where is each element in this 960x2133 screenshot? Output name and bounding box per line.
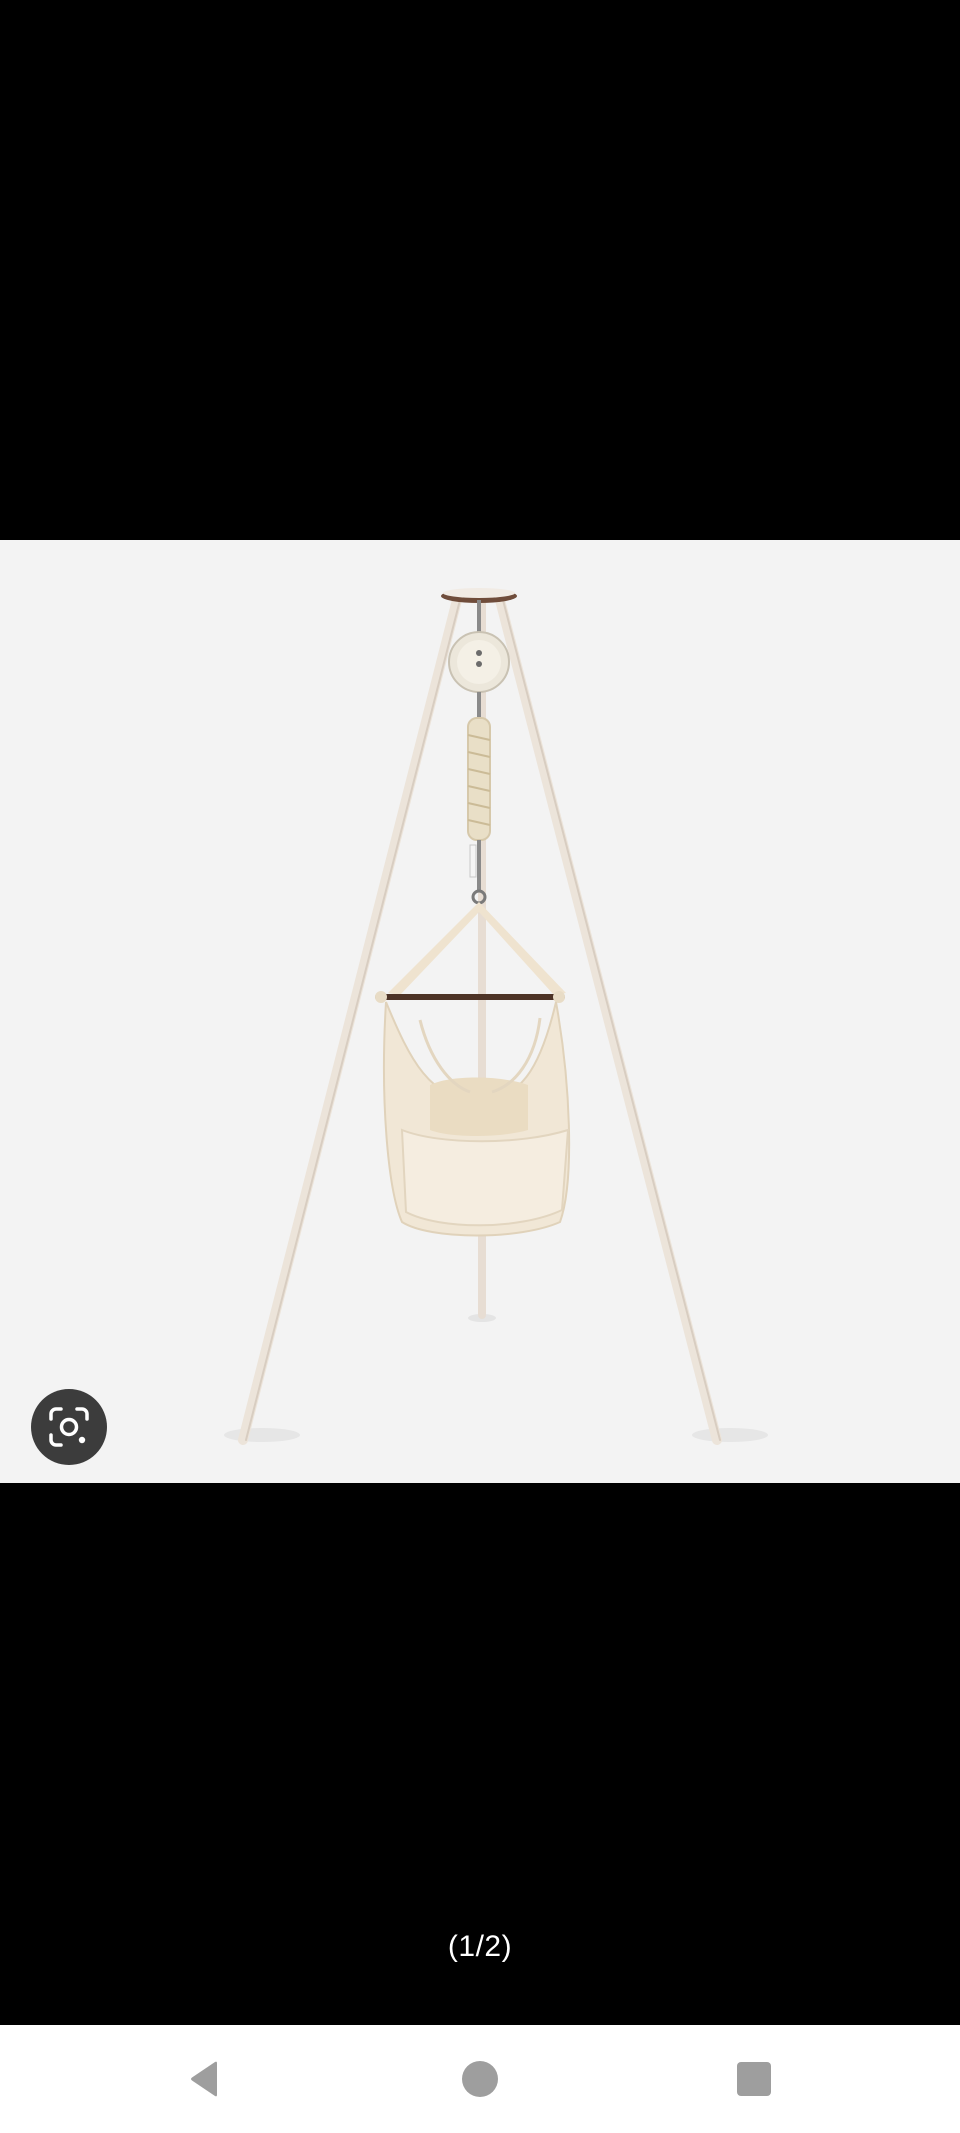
product-image[interactable]: [0, 540, 960, 1483]
circle-home-icon: [462, 2061, 498, 2097]
back-button[interactable]: [145, 2025, 265, 2133]
recents-button[interactable]: [694, 2025, 814, 2133]
image-viewer: (1/2): [0, 0, 960, 2025]
home-button[interactable]: [420, 2025, 540, 2133]
baby-hammock-photo: [224, 588, 768, 1445]
triangle-back-icon: [191, 2061, 217, 2097]
system-navigation-bar: [0, 2025, 960, 2133]
google-lens-icon: [49, 1407, 89, 1447]
image-counter: (1/2): [447, 1930, 513, 1963]
google-lens-button[interactable]: [31, 1389, 107, 1465]
square-recents-icon: [737, 2062, 771, 2096]
